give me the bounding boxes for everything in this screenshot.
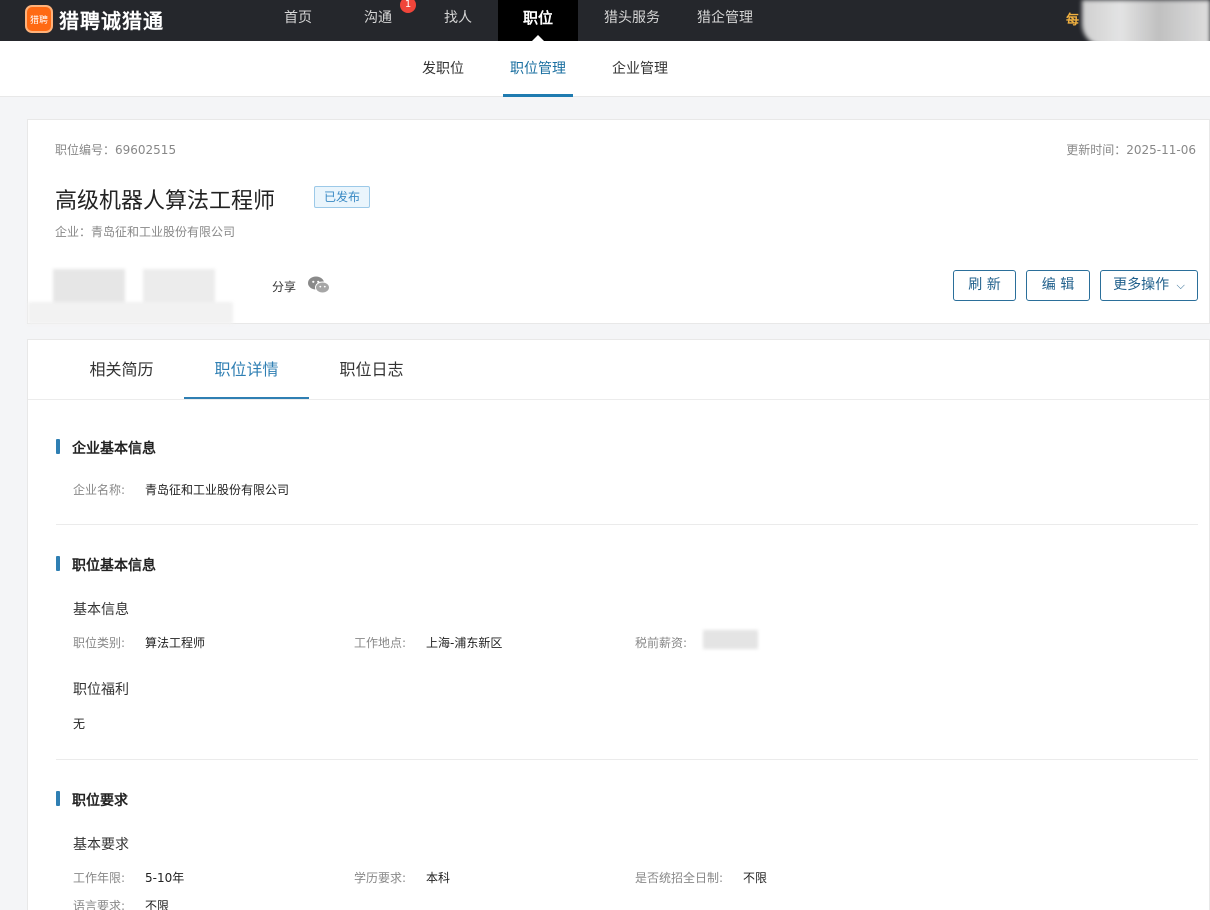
updated-time: 更新时间：2025-11-06 xyxy=(1066,143,1196,157)
nav-messages[interactable]: 沟通 1 xyxy=(338,0,418,41)
category-label: 职位类别: xyxy=(73,636,126,650)
location-label: 工作地点: xyxy=(354,636,407,650)
more-actions-button[interactable]: 更多操作 ⌵ xyxy=(1100,270,1198,301)
section-divider xyxy=(56,759,1198,760)
status-badge: 已发布 xyxy=(314,186,371,208)
brand-logo[interactable]: 猎聘 猎聘诚猎通 xyxy=(25,4,164,34)
brand-name: 猎聘诚猎通 xyxy=(59,8,164,33)
welfare-value: 无 xyxy=(73,717,86,731)
tab-job-details[interactable]: 职位详情 xyxy=(184,340,309,399)
company-line: 企业：青岛征和工业股份有限公司 xyxy=(55,225,236,239)
section-company-title: 企业基本信息 xyxy=(56,438,156,458)
tab-related-resumes[interactable]: 相关简历 xyxy=(59,340,184,399)
years-value: 5-10年 xyxy=(145,871,185,885)
language-value: 不限 xyxy=(145,899,170,910)
job-title: 高级机器人算法工程师 xyxy=(55,189,276,214)
main-nav: 首页 沟通 1 找人 职位 猎头服务 猎企管理 xyxy=(258,0,764,41)
basic-requirements-subhead: 基本要求 xyxy=(73,837,129,853)
top-navigation-bar: 猎聘 猎聘诚猎通 首页 沟通 1 找人 职位 猎头服务 猎企管理 每 xyxy=(0,0,1210,46)
section-divider xyxy=(56,524,1198,525)
category-value: 算法工程师 xyxy=(145,636,206,650)
location-value: 上海-浦东新区 xyxy=(426,636,503,650)
tab-job-log[interactable]: 职位日志 xyxy=(309,340,434,399)
top-right-text[interactable]: 每 xyxy=(1066,9,1079,28)
job-details-card: 相关简历 职位详情 职位日志 企业基本信息 企业名称: 青岛征和工业股份有限公司… xyxy=(27,339,1210,910)
subnav-job-management[interactable]: 职位管理 xyxy=(503,41,573,97)
welfare-subhead: 职位福利 xyxy=(73,682,129,698)
basic-info-subhead: 基本信息 xyxy=(73,602,129,618)
blurred-info-3 xyxy=(28,302,233,324)
education-label: 学历要求: xyxy=(354,871,407,885)
liepin-logo-icon: 猎聘 xyxy=(25,5,53,33)
refresh-button[interactable]: 刷 新 xyxy=(953,270,1016,301)
nav-find-people[interactable]: 找人 xyxy=(418,0,498,41)
nav-jobs[interactable]: 职位 xyxy=(498,0,578,41)
education-value: 本科 xyxy=(426,871,451,885)
subnav-company-management[interactable]: 企业管理 xyxy=(612,41,668,97)
share-label: 分享 xyxy=(272,280,297,294)
section-requirements-title: 职位要求 xyxy=(56,790,128,810)
blurred-user-area xyxy=(1082,0,1210,46)
company-name-label: 企业名称: xyxy=(73,483,126,497)
more-actions-label: 更多操作 xyxy=(1113,277,1170,293)
blurred-salary xyxy=(703,630,758,649)
edit-button[interactable]: 编 辑 xyxy=(1026,270,1090,301)
unread-badge: 1 xyxy=(400,0,416,13)
language-label: 语言要求: xyxy=(73,899,126,910)
years-label: 工作年限: xyxy=(73,871,126,885)
company-name-value: 青岛征和工业股份有限公司 xyxy=(145,483,290,497)
wechat-share-icon[interactable] xyxy=(307,275,331,295)
subnav-post-job[interactable]: 发职位 xyxy=(422,41,464,97)
sub-navigation: 发职位 职位管理 企业管理 xyxy=(0,41,1210,97)
fulltime-label: 是否统招全日制: xyxy=(635,871,724,885)
job-id: 职位编号：69602515 xyxy=(55,143,177,157)
job-header-card: 职位编号：69602515 更新时间：2025-11-06 高级机器人算法工程师… xyxy=(27,119,1210,324)
nav-firm-management[interactable]: 猎企管理 xyxy=(686,0,764,41)
section-basic-title: 职位基本信息 xyxy=(56,555,156,575)
nav-messages-label: 沟通 xyxy=(364,10,392,26)
salary-label: 税前薪资: xyxy=(635,636,688,650)
fulltime-value: 不限 xyxy=(743,871,768,885)
chevron-down-icon: ⌵ xyxy=(1176,279,1185,292)
nav-home[interactable]: 首页 xyxy=(258,0,338,41)
tab-divider xyxy=(28,399,1210,400)
nav-headhunter-service[interactable]: 猎头服务 xyxy=(578,0,686,41)
